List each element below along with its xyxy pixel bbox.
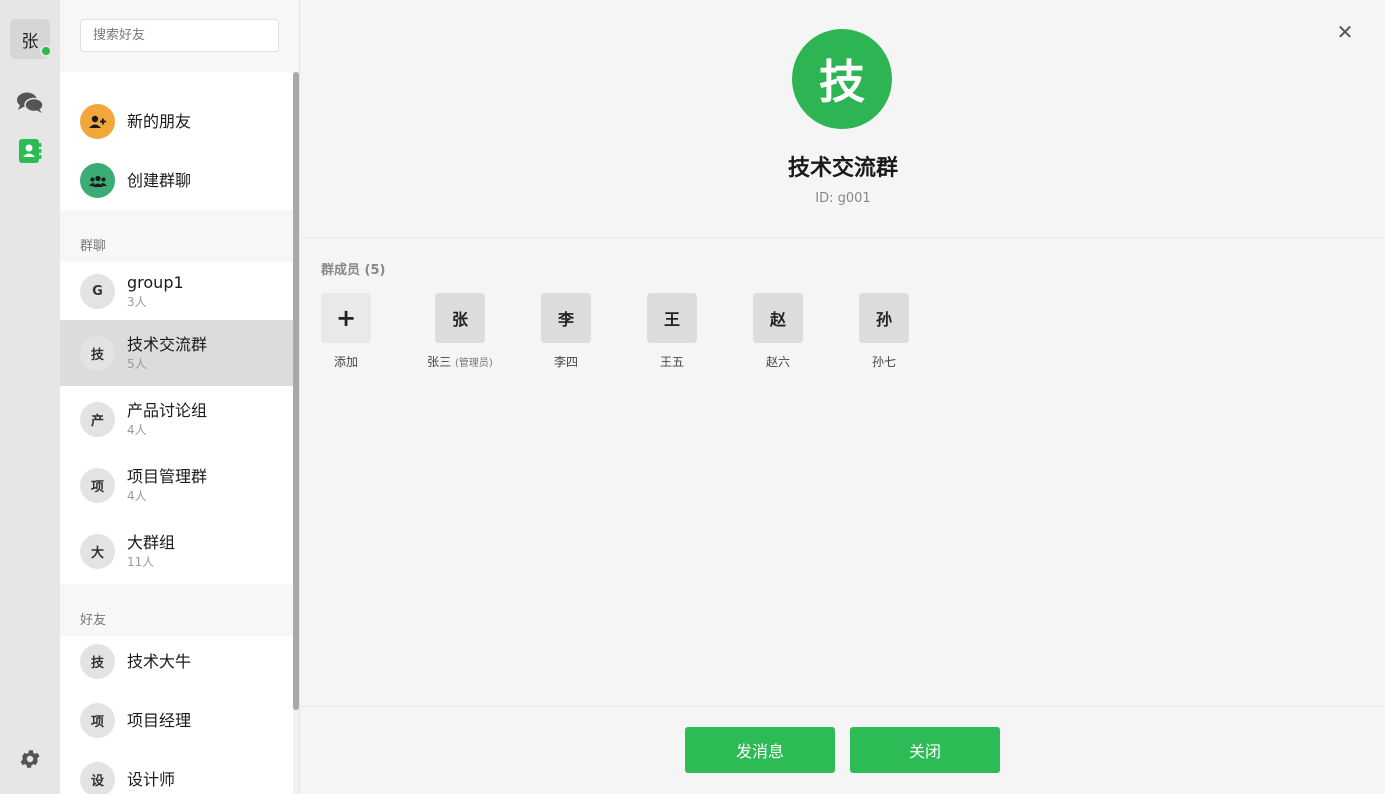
member-grid: + 添加 张 张三 (管理员) 李 李四 王 王五 赵 赵六 孙 孙七 — [321, 293, 937, 370]
online-status-dot — [40, 45, 52, 57]
member-name: 李四 — [553, 355, 578, 369]
friend-item[interactable]: 技 技术大牛 — [60, 632, 293, 691]
divider — [301, 237, 1385, 238]
group-member-count: 11人 — [127, 554, 155, 569]
member-item[interactable]: 张 张三 (管理员) — [407, 293, 513, 370]
group-avatar: 产 — [80, 401, 115, 437]
group-icon — [80, 163, 115, 198]
members-section-label: 群成员 (5) — [321, 263, 386, 278]
group-detail-id: ID: g001 — [815, 191, 871, 206]
search-input[interactable] — [80, 19, 279, 52]
close-icon[interactable]: ✕ — [1335, 20, 1355, 44]
group-avatar: 大 — [80, 533, 115, 569]
group-name: 大群组 — [127, 532, 176, 552]
group-detail-panel: ✕ 技 技术交流群 ID: g001 群成员 (5) + 添加 张 张三 (管理… — [301, 0, 1385, 794]
close-button[interactable]: 关闭 — [850, 727, 1000, 773]
group-item[interactable]: G group1 3人 — [60, 262, 293, 320]
list-scrollbar[interactable] — [293, 72, 299, 794]
member-item[interactable]: 赵 赵六 — [725, 293, 831, 370]
group-item[interactable]: 大 大群组 11人 — [60, 518, 293, 584]
group-name: 项目管理群 — [127, 466, 208, 486]
user-avatar[interactable]: 张 — [10, 19, 52, 59]
settings-gear-icon[interactable] — [15, 744, 45, 774]
add-member-label: 添加 — [334, 355, 359, 369]
group-name: 产品讨论组 — [127, 400, 208, 420]
add-member-item[interactable]: + 添加 — [321, 293, 407, 370]
group-member-count: 4人 — [127, 422, 147, 437]
friend-name: 设计师 — [127, 769, 176, 789]
member-avatar: 王 — [647, 293, 697, 343]
add-user-icon — [80, 104, 115, 139]
group-member-count: 4人 — [127, 488, 147, 503]
chat-icon[interactable] — [15, 88, 45, 118]
friend-avatar: 项 — [80, 703, 115, 738]
group-item-selected[interactable]: 技 技术交流群 5人 — [60, 320, 293, 386]
user-avatar-char: 张 — [21, 31, 39, 52]
scrollbar-thumb[interactable] — [293, 72, 299, 710]
member-name: 张三 — [427, 355, 452, 369]
contact-scroll-area: 新的朋友 创建群聊 群聊 G group1 3人 技 技术交流群 5人 产 产品… — [60, 72, 293, 794]
contacts-icon[interactable] — [15, 136, 45, 166]
member-name: 王五 — [659, 355, 684, 369]
member-item[interactable]: 王 王五 — [619, 293, 725, 370]
friend-name: 项目经理 — [127, 710, 192, 730]
search-box — [80, 19, 279, 52]
divider — [301, 706, 1385, 707]
member-name: 孙七 — [871, 355, 896, 369]
member-item[interactable]: 孙 孙七 — [831, 293, 937, 370]
member-avatar: 张 — [435, 293, 485, 343]
friends-section-header: 好友 — [60, 600, 293, 636]
group-item[interactable]: 项 项目管理群 4人 — [60, 452, 293, 518]
member-name-wrap: 张三 (管理员) — [427, 353, 493, 370]
member-role: (管理员) — [455, 358, 493, 369]
friend-avatar: 设 — [80, 762, 115, 794]
send-message-button[interactable]: 发消息 — [685, 727, 835, 773]
group-name: 技术交流群 — [127, 334, 208, 354]
group-detail-title: 技术交流群 — [787, 156, 898, 181]
member-item[interactable]: 李 李四 — [513, 293, 619, 370]
friend-item[interactable]: 项 项目经理 — [60, 691, 293, 750]
group-member-count: 5人 — [127, 356, 147, 371]
member-avatar: 李 — [541, 293, 591, 343]
member-name: 赵六 — [765, 355, 790, 369]
member-avatar: 孙 — [859, 293, 909, 343]
friend-avatar: 技 — [80, 644, 115, 679]
group-detail-avatar: 技 — [792, 29, 892, 129]
group-avatar: 项 — [80, 467, 115, 503]
groups-section-header: 群聊 — [60, 226, 293, 262]
new-friends-label: 新的朋友 — [127, 111, 192, 131]
contact-list-panel: 新的朋友 创建群聊 群聊 G group1 3人 — [60, 0, 300, 794]
group-avatar: 技 — [80, 335, 115, 371]
member-avatar: 赵 — [753, 293, 803, 343]
new-friends-item[interactable]: 新的朋友 — [60, 92, 293, 151]
friend-name: 技术大牛 — [127, 651, 192, 671]
group-item[interactable]: 产 产品讨论组 4人 — [60, 386, 293, 452]
group-avatar: G — [80, 273, 115, 309]
group-name: group1 — [127, 272, 184, 292]
create-group-label: 创建群聊 — [127, 170, 192, 190]
add-member-plus-icon[interactable]: + — [321, 293, 371, 343]
nav-rail: 张 — [0, 0, 60, 794]
group-member-count: 3人 — [127, 294, 147, 309]
create-group-item[interactable]: 创建群聊 — [60, 151, 293, 210]
friend-item[interactable]: 设 设计师 — [60, 750, 293, 794]
